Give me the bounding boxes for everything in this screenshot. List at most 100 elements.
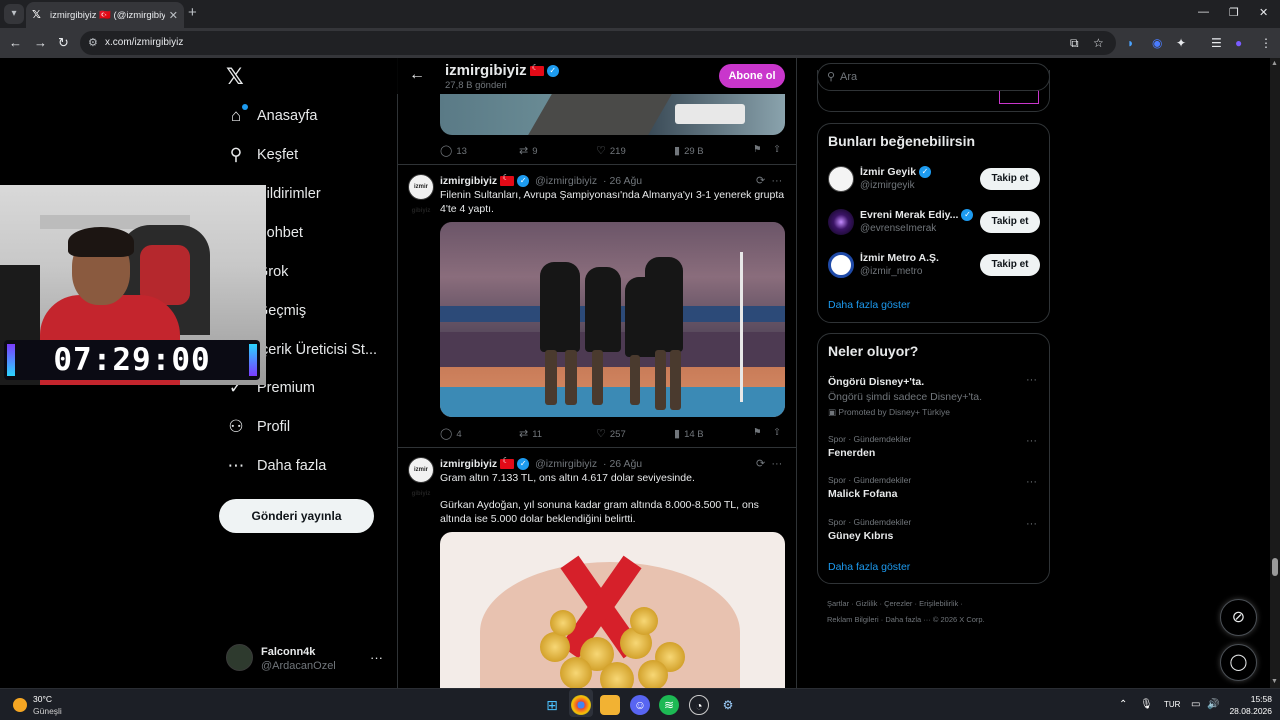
nav-more[interactable]: ⋯ Daha fazla <box>226 454 327 478</box>
tweet-author[interactable]: izmirgibiyiz <box>440 175 497 187</box>
reply-button[interactable]: ◯ 4 <box>440 427 462 440</box>
file-explorer-icon[interactable] <box>600 695 620 715</box>
back-arrow-icon[interactable]: ← <box>409 66 425 84</box>
post-button[interactable]: Gönderi yayınla <box>219 499 374 533</box>
address-bar[interactable]: ⚙ x.com/izmirgibiyiz ⧉ ☆ <box>80 31 1116 55</box>
tray-overflow-icon[interactable]: ⌃ <box>1119 699 1127 710</box>
tweet-image-gold-coins[interactable] <box>440 532 785 688</box>
page-scrollbar[interactable]: ▲ ▼ <box>1270 58 1280 688</box>
browser-menu-icon[interactable]: ⋮ <box>1260 35 1272 51</box>
trend-name[interactable]: Öngörü Disney+'ta. <box>828 376 924 388</box>
account-switcher[interactable]: Falconn4k @ArdacanOzel ··· <box>226 644 386 674</box>
tweet-author[interactable]: izmirgibiyiz <box>440 458 497 470</box>
views-button[interactable]: ▮ 14 B <box>674 427 704 440</box>
extension-shield-icon[interactable]: ◉ <box>1152 35 1162 51</box>
show-more-link[interactable]: Daha fazla göster <box>828 299 910 311</box>
forward-icon[interactable]: → <box>34 34 47 52</box>
weather-temp[interactable]: 30°C <box>33 694 52 704</box>
discord-icon[interactable]: ☺ <box>630 695 650 715</box>
clock-date[interactable]: 28.08.2026 <box>1228 706 1272 716</box>
reload-icon[interactable]: ↻ <box>58 34 69 52</box>
x-logo-icon[interactable]: 𝕏 <box>226 64 244 90</box>
nav-profile[interactable]: ⚇ Profil <box>226 415 290 439</box>
messages-float-icon[interactable]: ◯ <box>1220 644 1257 681</box>
sun-weather-icon[interactable] <box>13 698 27 712</box>
obs-icon[interactable]: ◔ <box>689 695 709 715</box>
tweet-handle[interactable]: @izmirgibiyiz <box>535 175 597 187</box>
tweet-date[interactable]: · 26 Ağu <box>603 175 642 187</box>
grok-float-icon[interactable]: ⊘ <box>1220 599 1257 636</box>
back-icon[interactable]: ← <box>9 34 22 52</box>
share-icon[interactable]: ⇧ <box>773 427 781 438</box>
suggest-name[interactable]: Evreni Merak Ediy... ✓ <box>860 209 974 222</box>
microphone-icon[interactable]: 🎙 <box>1140 699 1153 710</box>
tweet-image-volleyball[interactable] <box>440 222 785 417</box>
trend-name[interactable]: Güney Kıbrıs <box>828 530 893 542</box>
show-more-link[interactable]: Daha fazla göster <box>828 561 910 573</box>
network-icon[interactable]: ▭ <box>1191 699 1200 710</box>
bookmark-icon[interactable]: ⚑ <box>753 144 762 155</box>
trend-more-icon[interactable]: ··· <box>1026 476 1037 488</box>
follow-button[interactable]: Takip et <box>980 211 1040 233</box>
views-button[interactable]: ▮ 29 B <box>674 144 704 157</box>
minimize-icon[interactable]: — <box>1198 6 1209 18</box>
grok-analyze-icon[interactable]: ⟳ <box>756 458 765 470</box>
like-button[interactable]: ♡ 219 <box>596 144 626 157</box>
volume-icon[interactable]: 🔊 <box>1207 699 1219 710</box>
tweet-avatar[interactable]: izmir gibiyiz <box>408 457 434 497</box>
reply-button[interactable]: ◯ 13 <box>440 144 467 157</box>
tweet-image-harbor[interactable] <box>440 94 785 135</box>
nav-home[interactable]: ⌂ Anasayfa <box>226 104 317 128</box>
share-icon[interactable]: ⇧ <box>773 144 781 155</box>
tweet-more-icon[interactable]: ··· <box>771 175 782 187</box>
site-info-icon[interactable]: ⚙ <box>88 36 98 49</box>
suggest-name[interactable]: İzmir Metro A.Ş. <box>860 252 939 264</box>
repost-button[interactable]: ⇄ 9 <box>519 144 538 157</box>
extensions-puzzle-icon[interactable]: ✦ <box>1176 35 1186 51</box>
spotify-icon[interactable]: ≋ <box>659 695 679 715</box>
tweet-avatar[interactable]: izmir gibiyiz <box>408 174 434 214</box>
scroll-thumb[interactable] <box>1272 558 1278 576</box>
new-tab-icon[interactable]: + <box>188 5 197 21</box>
restore-icon[interactable]: ❐ <box>1229 6 1239 19</box>
footer-links[interactable]: Reklam Bilgileri · Daha fazla ··· © 2026… <box>827 615 985 624</box>
windows-start-icon[interactable]: ⊞ <box>542 695 562 715</box>
nav-explore[interactable]: ⚲ Keşfet <box>226 143 298 167</box>
trend-more-icon[interactable]: ··· <box>1026 374 1037 386</box>
tweet-handle[interactable]: @izmirgibiyiz <box>535 458 597 470</box>
more-dots-icon[interactable]: ··· <box>370 650 383 665</box>
trend-more-icon[interactable]: ··· <box>1026 435 1037 447</box>
search-input[interactable]: ⚲ Ara <box>817 63 1050 91</box>
extension-audio-icon[interactable]: ◗ <box>1127 35 1134 51</box>
suggest-name[interactable]: İzmir Geyik ✓ <box>860 166 932 179</box>
trend-name[interactable]: Malick Fofana <box>828 488 897 500</box>
chrome-icon[interactable] <box>571 695 591 715</box>
tweet-more-icon[interactable]: ··· <box>771 458 782 470</box>
grok-analyze-icon[interactable]: ⟳ <box>756 175 765 187</box>
trend-more-icon[interactable]: ··· <box>1026 518 1037 530</box>
steam-icon[interactable]: ⚙ <box>718 695 738 715</box>
language-indicator[interactable]: TUR <box>1164 700 1180 709</box>
subscribe-button[interactable]: Abone ol <box>719 64 785 88</box>
tab-close-icon[interactable]: ✕ <box>169 9 178 22</box>
bookmark-star-icon[interactable]: ☆ <box>1093 36 1104 50</box>
like-button[interactable]: ♡ 257 <box>596 427 626 440</box>
avatar[interactable] <box>828 209 854 235</box>
clock-time[interactable]: 15:58 <box>1238 694 1272 704</box>
trend-name[interactable]: Fenerden <box>828 447 875 459</box>
footer-links[interactable]: Şartlar · Gizlilik · Çerezler · Erişileb… <box>827 599 963 608</box>
reading-list-icon[interactable]: ☰ <box>1211 35 1222 51</box>
tweet-date[interactable]: · 26 Ağu <box>603 458 642 470</box>
follow-button[interactable]: Takip et <box>980 168 1040 190</box>
weather-desc[interactable]: Güneşli <box>33 706 62 716</box>
window-close-icon[interactable]: ✕ <box>1259 6 1268 19</box>
install-app-icon[interactable]: ⧉ <box>1070 36 1079 51</box>
follow-button[interactable]: Takip et <box>980 254 1040 276</box>
repost-button[interactable]: ⇄ 11 <box>519 427 542 440</box>
browser-tab[interactable]: 𝕏 izmirgibiyiz 🇹🇷 (@izmirgibiyiz) / X ✕ <box>26 2 184 28</box>
tab-search-dropdown-icon[interactable]: ▾ <box>4 4 24 24</box>
bookmark-icon[interactable]: ⚑ <box>753 427 762 438</box>
avatar[interactable] <box>828 166 854 192</box>
profile-avatar-icon[interactable]: ● <box>1235 35 1242 51</box>
avatar[interactable] <box>828 252 854 278</box>
